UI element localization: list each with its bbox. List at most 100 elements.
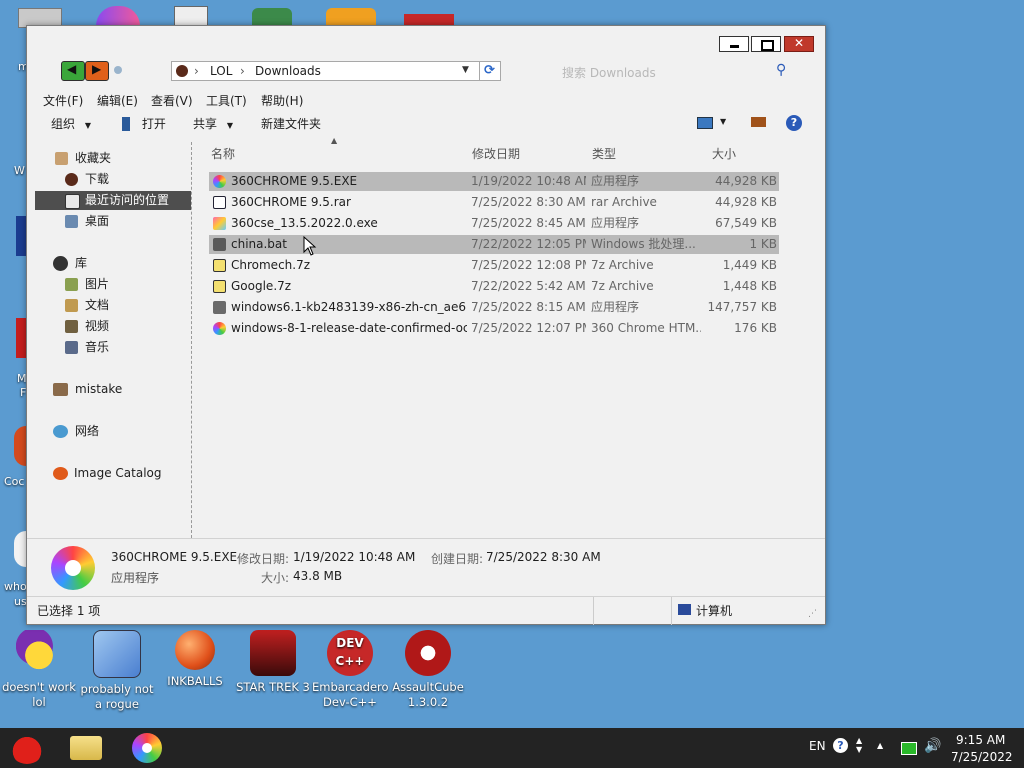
back-button[interactable]: ◀: [61, 61, 85, 81]
file-name: 360CHROME 9.5.rar: [231, 195, 351, 209]
sidebar-item-label: 音乐: [85, 340, 110, 354]
resize-grip-icon[interactable]: ⋰: [808, 609, 817, 619]
breadcrumb-lol[interactable]: LOL: [210, 64, 232, 78]
desktop-icon-partial-5[interactable]: [326, 8, 376, 26]
language-indicator[interactable]: EN: [809, 739, 826, 753]
desktop-icon-partial-4[interactable]: [252, 8, 292, 26]
history-dropdown-icon[interactable]: [114, 66, 122, 74]
column-header-date[interactable]: 修改日期: [472, 145, 520, 162]
menu-tools[interactable]: 工具(T): [206, 92, 247, 109]
left-icon-orange[interactable]: [14, 426, 26, 466]
pane-divider[interactable]: [191, 142, 192, 538]
menu-file[interactable]: 文件(F): [43, 92, 83, 109]
details-pane: 360CHROME 9.5.EXE 应用程序 修改日期: 1/19/2022 1…: [27, 538, 825, 595]
sidebar-item-pictures[interactable]: 图片: [35, 275, 191, 294]
chevron-down-icon[interactable]: ▼: [720, 117, 726, 126]
batch-file-icon: [213, 238, 226, 251]
file-name: 360CHROME 9.5.EXE: [231, 174, 358, 188]
status-divider: [671, 597, 672, 625]
file-row[interactable]: windows-8-1-release-date-confirmed-oc...…: [209, 319, 779, 338]
new-folder-button[interactable]: 新建文件夹: [261, 115, 321, 132]
desktop-icon-yahoo[interactable]: doesn't work lol: [1, 630, 77, 710]
file-row[interactable]: Chromech.7z 7/25/2022 12:08 PM 7z Archiv…: [209, 256, 779, 275]
assaultcube-icon: [405, 630, 451, 676]
column-header-size[interactable]: 大小: [712, 145, 736, 162]
open-label: 打开: [141, 117, 166, 131]
update-package-icon: [213, 301, 226, 314]
desktop-left-partial: m W M F Coc who us: [0, 26, 29, 626]
sidebar-favorites[interactable]: 收藏夹: [35, 149, 191, 168]
sidebar-libraries[interactable]: 库: [35, 254, 191, 273]
menu-help[interactable]: 帮助(H): [261, 92, 303, 109]
music-icon: [65, 341, 78, 354]
sidebar-item-recent-places[interactable]: 最近访问的位置: [35, 191, 191, 210]
column-header-type[interactable]: 类型: [592, 145, 616, 162]
sidebar-item-documents[interactable]: 文档: [35, 296, 191, 315]
refresh-icon: ⟳: [484, 63, 495, 78]
menu-view[interactable]: 查看(V): [151, 92, 193, 109]
clock-time[interactable]: 9:15 AM: [956, 733, 1005, 747]
left-label-w: W: [14, 164, 25, 177]
left-icon-white[interactable]: [14, 531, 26, 567]
left-icon-red[interactable]: [16, 318, 26, 358]
start-button[interactable]: [6, 730, 46, 766]
status-bar: 已选择 1 项 计算机 ⋰: [27, 596, 825, 625]
desktop-icon-devcpp[interactable]: DEV C++ Embarcadero Dev-C++: [312, 630, 389, 710]
file-list: ▲ 名称 修改日期 类型 大小 360CHROME 9.5.EXE 1/19/2…: [207, 136, 807, 538]
minimize-button[interactable]: [719, 36, 749, 52]
file-row[interactable]: 360CHROME 9.5.EXE 1/19/2022 10:48 AM 应用程…: [209, 172, 779, 191]
forward-button[interactable]: ▶: [85, 61, 109, 81]
file-row[interactable]: windows6.1-kb2483139-x86-zh-cn_ae61e... …: [209, 298, 779, 317]
sidebar-item-mistake[interactable]: mistake: [35, 380, 191, 399]
preview-pane-icon[interactable]: [751, 117, 766, 127]
menu-edit[interactable]: 编辑(E): [97, 92, 138, 109]
file-row[interactable]: Google.7z 7/22/2022 5:42 AM 7z Archive 1…: [209, 277, 779, 296]
open-button[interactable]: 打开: [122, 115, 166, 132]
navigation-pane: 收藏夹 下载 最近访问的位置 桌面 库 图片 文档 视频 音乐 mistake …: [35, 142, 191, 542]
organize-button[interactable]: 组织 ▼: [51, 115, 91, 132]
file-name: Google.7z: [231, 279, 292, 293]
taskbar-explorer[interactable]: [66, 732, 106, 764]
network-status-icon[interactable]: [901, 742, 917, 755]
desktop-icon-star-trek[interactable]: STAR TREK 3: [235, 630, 311, 695]
search-icon[interactable]: ⚲: [776, 62, 786, 78]
address-dropdown-icon[interactable]: ▼: [462, 65, 469, 75]
file-row[interactable]: 360CHROME 9.5.rar 7/25/2022 8:30 AM rar …: [209, 193, 779, 212]
maximize-button[interactable]: [751, 36, 781, 52]
sidebar-item-videos[interactable]: 视频: [35, 317, 191, 336]
volume-icon[interactable]: 🔊: [924, 738, 941, 754]
search-box[interactable]: 搜索 Downloads ⚲: [550, 61, 800, 81]
show-hidden-icons[interactable]: ▲: [877, 741, 883, 750]
refresh-button[interactable]: ⟳: [479, 61, 501, 81]
column-header-name[interactable]: 名称: [211, 145, 235, 162]
yahoo-messenger-icon: [16, 630, 62, 676]
sidebar-item-music[interactable]: 音乐: [35, 338, 191, 357]
breadcrumb-downloads[interactable]: Downloads: [255, 64, 321, 78]
sidebar-item-downloads[interactable]: 下载: [35, 170, 191, 189]
desktop-icon-rogue[interactable]: probably not a rogue: [79, 630, 155, 712]
ime-help-icon[interactable]: ?: [833, 738, 848, 753]
desktop-icon-inkballs[interactable]: INKBALLS: [157, 630, 233, 689]
left-icon-blue[interactable]: [16, 216, 26, 256]
sidebar-item-desktop[interactable]: 桌面: [35, 212, 191, 231]
file-row[interactable]: 360cse_13.5.2022.0.exe 7/25/2022 8:45 AM…: [209, 214, 779, 233]
videos-icon: [65, 320, 78, 333]
taskbar-360-browser[interactable]: [128, 732, 168, 764]
file-row[interactable]: china.bat 7/22/2022 12:05 PM Windows 批处理…: [209, 235, 779, 254]
desktop-icon-assaultcube[interactable]: AssaultCube 1.3.0.2: [390, 630, 466, 710]
address-bar[interactable]: › LOL › Downloads ▼: [171, 61, 501, 81]
view-options-icon[interactable]: [697, 117, 713, 129]
sidebar-item-label: 最近访问的位置: [85, 193, 170, 207]
sidebar-item-image-catalog[interactable]: Image Catalog: [35, 464, 191, 483]
search-placeholder: 搜索 Downloads: [562, 66, 656, 80]
selected-file-icon: [51, 546, 95, 590]
sidebar-item-network[interactable]: 网络: [35, 422, 191, 441]
inkball-icon: [175, 630, 215, 670]
ime-options-icon[interactable]: ▲ ▼: [856, 736, 862, 754]
share-button[interactable]: 共享 ▼: [193, 115, 233, 132]
downloads-icon: [65, 173, 78, 186]
help-icon[interactable]: ?: [786, 115, 802, 131]
desktop-icon-partial-2[interactable]: [96, 6, 140, 26]
close-button[interactable]: ✕: [784, 36, 814, 52]
clock-date[interactable]: 7/25/2022: [951, 750, 1013, 764]
